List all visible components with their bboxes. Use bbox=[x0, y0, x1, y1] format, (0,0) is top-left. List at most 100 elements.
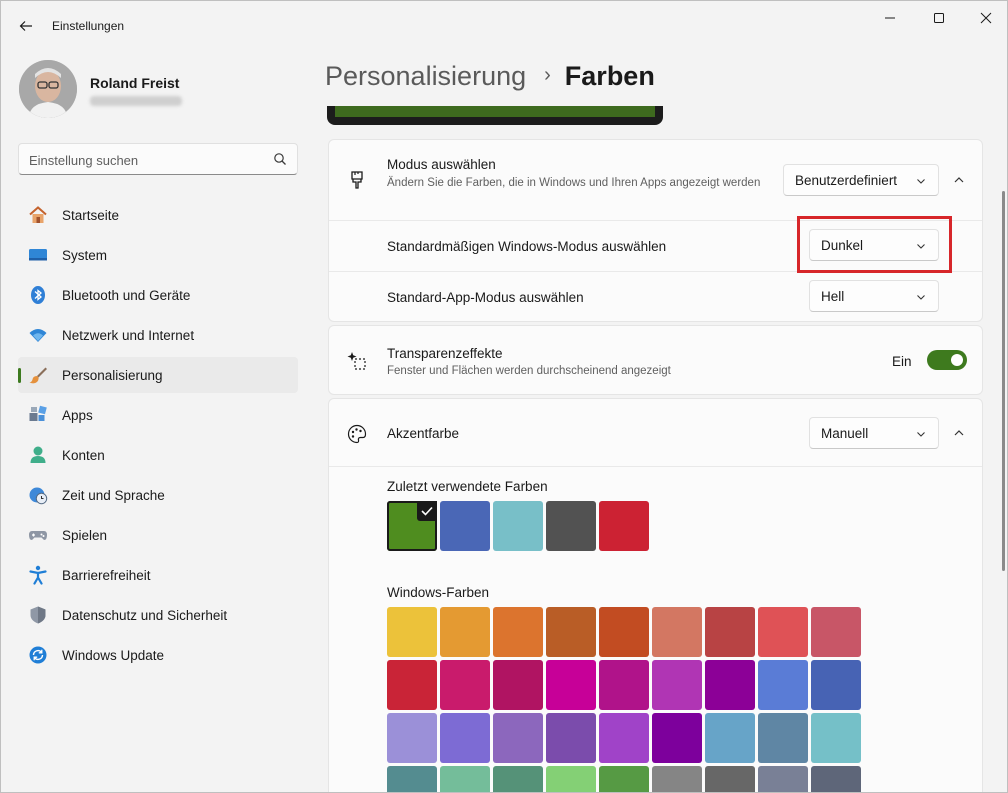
recent-color-swatch[interactable] bbox=[599, 501, 649, 551]
sparkle-transparency-icon bbox=[347, 352, 366, 370]
windows-color-swatch[interactable] bbox=[652, 660, 702, 710]
title-bar: Einstellungen bbox=[1, 1, 1007, 51]
windows-color-swatch[interactable] bbox=[705, 713, 755, 763]
mode-title: Modus auswählen bbox=[387, 157, 496, 172]
palette-icon bbox=[347, 424, 367, 444]
sidebar-item-label: Datenschutz und Sicherheit bbox=[62, 608, 228, 623]
app-mode-dropdown[interactable]: Hell bbox=[809, 280, 939, 312]
windows-color-swatch[interactable] bbox=[387, 766, 437, 792]
page-title: Farben bbox=[564, 61, 655, 91]
bluetooth-icon bbox=[31, 286, 45, 304]
windows-mode-label: Standardmäßigen Windows-Modus auswählen bbox=[387, 239, 667, 254]
windows-color-swatch[interactable] bbox=[599, 660, 649, 710]
avatar[interactable] bbox=[19, 60, 77, 118]
windows-color-swatch[interactable] bbox=[493, 660, 543, 710]
sidebar-item-bluetooth[interactable]: Bluetooth und Geräte bbox=[18, 277, 298, 313]
windows-color-swatch[interactable] bbox=[599, 766, 649, 792]
sidebar-item-label: Spielen bbox=[62, 528, 108, 543]
windows-color-swatch[interactable] bbox=[599, 713, 649, 763]
windows-color-swatch[interactable] bbox=[758, 766, 808, 792]
gamepad-icon bbox=[29, 531, 47, 540]
windows-color-swatch[interactable] bbox=[440, 713, 490, 763]
sidebar-item-label: Netzwerk und Internet bbox=[62, 328, 195, 343]
highlight-annotation bbox=[797, 216, 952, 273]
close-icon bbox=[980, 12, 992, 24]
sidebar-item-apps[interactable]: Apps bbox=[18, 397, 298, 433]
windows-color-swatch[interactable] bbox=[811, 766, 861, 792]
accessibility-icon bbox=[29, 565, 47, 585]
close-button[interactable] bbox=[961, 1, 1007, 35]
windows-color-swatch[interactable] bbox=[546, 713, 596, 763]
windows-color-swatch[interactable] bbox=[493, 766, 543, 792]
windows-color-swatch[interactable] bbox=[811, 607, 861, 657]
windows-color-swatch[interactable] bbox=[652, 713, 702, 763]
search-input[interactable] bbox=[29, 150, 259, 170]
app-title: Einstellungen bbox=[52, 19, 125, 33]
sidebar-item-barrierefreiheit[interactable]: Barrierefreiheit bbox=[18, 557, 298, 593]
windows-color-swatch[interactable] bbox=[652, 607, 702, 657]
back-arrow-icon bbox=[19, 21, 32, 31]
windows-color-swatch[interactable] bbox=[705, 660, 755, 710]
transparency-title: Transparenzeffekte bbox=[387, 346, 503, 361]
recent-color-swatch[interactable] bbox=[493, 501, 543, 551]
transparency-description: Fenster und Flächen werden durchscheinen… bbox=[387, 365, 671, 377]
recent-color-swatch[interactable] bbox=[387, 501, 437, 551]
windows-color-swatch[interactable] bbox=[546, 766, 596, 792]
windows-color-swatch[interactable] bbox=[440, 660, 490, 710]
windows-color-swatch[interactable] bbox=[546, 660, 596, 710]
accent-dropdown[interactable]: Manuell bbox=[809, 417, 939, 449]
sidebar-item-personalisierung[interactable]: Personalisierung bbox=[18, 357, 298, 393]
windows-color-swatch[interactable] bbox=[546, 607, 596, 657]
windows-color-swatch[interactable] bbox=[705, 766, 755, 792]
windows-color-swatch[interactable] bbox=[493, 607, 543, 657]
windows-color-swatch[interactable] bbox=[387, 713, 437, 763]
app-mode-value: Hell bbox=[821, 289, 845, 304]
sidebar-item-netzwerk[interactable]: Netzwerk und Internet bbox=[18, 317, 298, 353]
minimize-button[interactable] bbox=[865, 1, 915, 35]
sidebar-item-label: Zeit und Sprache bbox=[62, 488, 165, 503]
windows-color-swatch[interactable] bbox=[387, 607, 437, 657]
sidebar-item-zeit-und-sprache[interactable]: Zeit und Sprache bbox=[18, 477, 298, 513]
recent-color-swatch[interactable] bbox=[546, 501, 596, 551]
maximize-button[interactable] bbox=[914, 1, 964, 35]
windows-color-swatch[interactable] bbox=[705, 607, 755, 657]
wifi-icon bbox=[29, 329, 47, 342]
system-icon bbox=[29, 249, 47, 261]
windows-color-swatch[interactable] bbox=[758, 713, 808, 763]
windows-color-swatch[interactable] bbox=[758, 607, 808, 657]
mode-dropdown[interactable]: Benutzerdefiniert bbox=[783, 164, 939, 196]
transparency-state-label: Ein bbox=[892, 354, 912, 369]
breadcrumb-parent[interactable]: Personalisierung bbox=[325, 61, 526, 91]
windows-color-swatch[interactable] bbox=[493, 713, 543, 763]
chevron-down-icon bbox=[917, 295, 925, 300]
accent-collapse-button[interactable] bbox=[945, 419, 973, 447]
sidebar-item-system[interactable]: System bbox=[18, 237, 298, 273]
windows-color-swatch[interactable] bbox=[811, 713, 861, 763]
windows-color-swatch[interactable] bbox=[387, 660, 437, 710]
sidebar-item-konten[interactable]: Konten bbox=[18, 437, 298, 473]
windows-color-swatch[interactable] bbox=[599, 607, 649, 657]
sidebar-item-label: Apps bbox=[62, 408, 93, 423]
mode-collapse-button[interactable] bbox=[945, 166, 973, 194]
sidebar-item-startseite[interactable]: Startseite bbox=[18, 197, 298, 233]
transparency-card: Transparenzeffekte Fenster und Flächen w… bbox=[328, 325, 983, 395]
profile-name: Roland Freist bbox=[90, 75, 180, 91]
recent-color-swatch[interactable] bbox=[440, 501, 490, 551]
windows-color-swatch[interactable] bbox=[758, 660, 808, 710]
scrollbar[interactable] bbox=[1002, 191, 1005, 571]
search-icon[interactable] bbox=[273, 152, 287, 166]
windows-colors-grid bbox=[387, 607, 861, 792]
transparency-toggle[interactable] bbox=[927, 350, 967, 370]
windows-color-swatch[interactable] bbox=[440, 766, 490, 792]
back-button[interactable] bbox=[11, 11, 41, 41]
sidebar-item-spielen[interactable]: Spielen bbox=[18, 517, 298, 553]
sidebar-item-datenschutz[interactable]: Datenschutz und Sicherheit bbox=[18, 597, 298, 633]
sidebar-item-windows-update[interactable]: Windows Update bbox=[18, 637, 298, 673]
chevron-up-icon bbox=[954, 177, 964, 183]
windows-color-swatch[interactable] bbox=[652, 766, 702, 792]
minimize-icon bbox=[885, 17, 895, 19]
user-photo-icon bbox=[19, 60, 77, 118]
windows-color-swatch[interactable] bbox=[811, 660, 861, 710]
windows-color-swatch[interactable] bbox=[440, 607, 490, 657]
settings-window: Einstellungen Roland Freist Einstellung … bbox=[0, 0, 1008, 793]
